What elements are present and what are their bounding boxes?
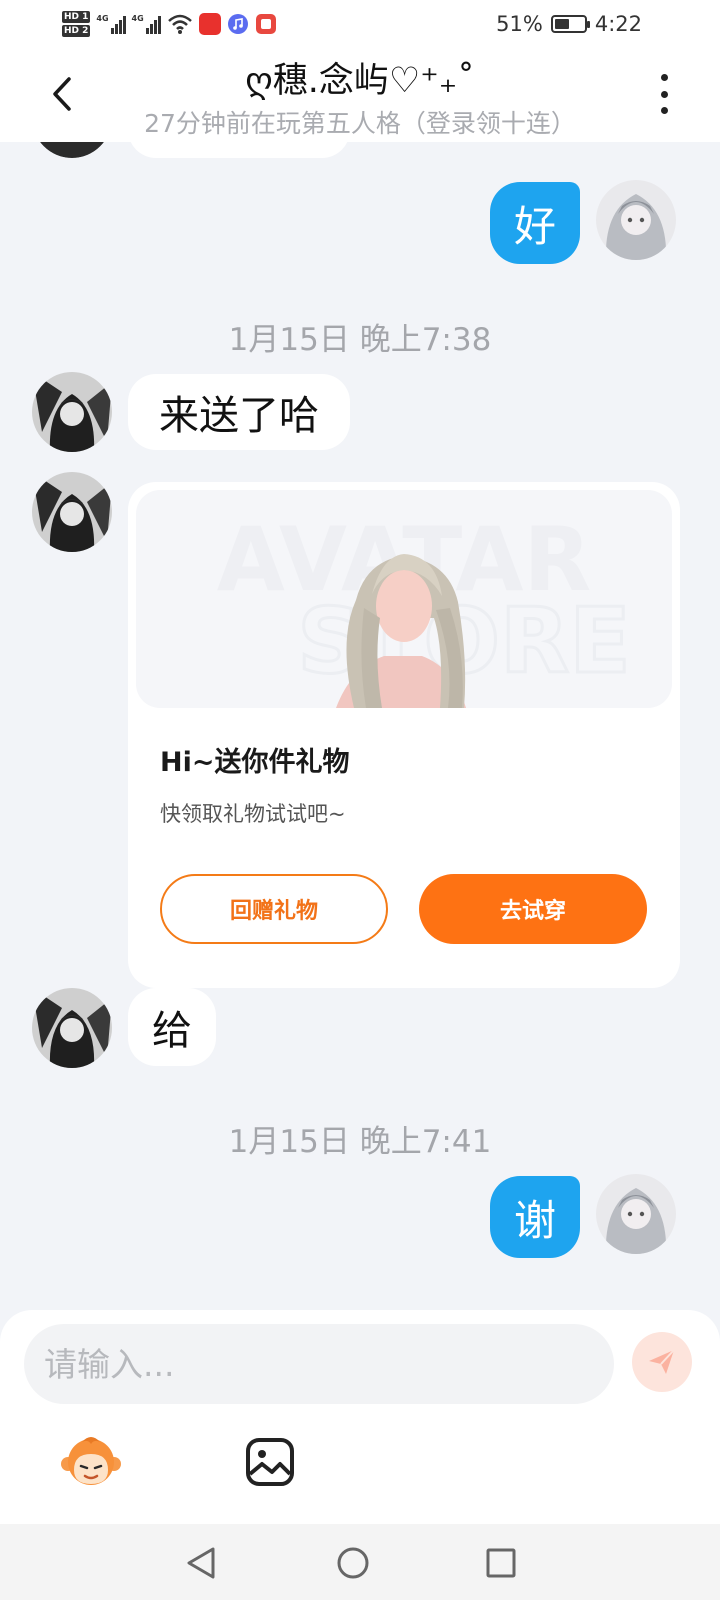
gift-preview-image[interactable]: AVATAR STORE xyxy=(136,490,672,708)
music-icon xyxy=(227,14,248,34)
message-input[interactable] xyxy=(24,1324,614,1404)
my-avatar[interactable] xyxy=(596,180,676,260)
status-right: 51% 4:22 xyxy=(496,8,642,40)
nav-back-button[interactable] xyxy=(178,1540,224,1586)
hd-icon: HD 1 HD 2 xyxy=(62,11,91,37)
more-button[interactable] xyxy=(652,74,676,114)
contact-name[interactable]: ღ穗.念屿♡⁺₊˚ xyxy=(100,52,620,103)
back-button[interactable] xyxy=(42,70,82,118)
chevron-left-icon xyxy=(53,77,71,111)
nav-home-button[interactable] xyxy=(330,1540,376,1586)
timestamp: 1月15日 晚上7:41 xyxy=(228,1124,492,1160)
gift-card[interactable]: AVATAR STORE Hi~送你件礼物 快领取礼物试试吧~ 回赠礼物 去试穿 xyxy=(128,482,680,988)
try-on-button[interactable]: 去试穿 xyxy=(419,874,647,944)
gift-description: 快领取礼物试试吧~ xyxy=(160,802,346,826)
contact-avatar[interactable] xyxy=(32,472,112,552)
nav-home-icon xyxy=(337,1547,369,1579)
gift-title: Hi~送你件礼物 xyxy=(160,747,350,778)
try-on-label: 去试穿 xyxy=(499,899,566,924)
return-gift-label: 回赠礼物 xyxy=(229,899,318,924)
wifi-icon xyxy=(167,14,192,34)
timestamp: 1月15日 晚上7:38 xyxy=(228,322,492,358)
emoji-monkey-icon xyxy=(61,1437,121,1485)
return-gift-button[interactable]: 回赠礼物 xyxy=(160,874,388,944)
message-bubble[interactable]: 给 xyxy=(128,988,216,1066)
message-bubble[interactable]: 好 xyxy=(490,182,580,264)
message-text: 谢 xyxy=(513,1195,556,1245)
red-app-icon xyxy=(255,14,276,34)
contact-avatar[interactable] xyxy=(32,372,112,452)
battery-level xyxy=(554,19,569,29)
clock: 4:22 xyxy=(594,12,642,36)
chat-header: ღ穗.念屿♡⁺₊˚ 27分钟前在玩第五人格（登录领十连） xyxy=(0,46,720,142)
battery-icon xyxy=(550,15,590,33)
send-button[interactable] xyxy=(632,1332,692,1392)
message-list[interactable]: 好 1月15日 晚上7:38 来送了哈 STORE Hi~送你件礼物 快领取礼物… xyxy=(0,142,720,1310)
message-text: 来送了哈 xyxy=(159,393,319,439)
image-icon xyxy=(246,1438,294,1486)
signal-icon: 4G xyxy=(96,14,126,34)
emoji-button[interactable] xyxy=(60,1430,122,1492)
image-button[interactable] xyxy=(242,1434,298,1490)
nav-recents-icon xyxy=(486,1548,516,1578)
status-bar: HD 1 HD 2 4G 4G 51% 4:22 xyxy=(0,0,720,46)
nav-back-icon xyxy=(187,1547,215,1579)
input-bar xyxy=(0,1310,720,1524)
message-text: 好 xyxy=(513,201,556,251)
nav-recents-button[interactable] xyxy=(478,1540,524,1586)
more-vertical-icon xyxy=(660,74,668,81)
message-text: 给 xyxy=(152,1008,192,1054)
app-notification-icon xyxy=(198,13,221,35)
status-left: HD 1 HD 2 4G 4G xyxy=(62,8,277,40)
signal2-label: 4G xyxy=(131,14,144,23)
my-avatar[interactable] xyxy=(596,1174,676,1254)
message-bubble xyxy=(128,142,350,158)
system-nav-bar xyxy=(0,1524,720,1600)
signal1-label: 4G xyxy=(96,14,109,23)
contact-avatar[interactable] xyxy=(32,988,112,1068)
message-bubble[interactable]: 来送了哈 xyxy=(128,374,350,450)
signal-icon: 4G xyxy=(132,14,161,34)
contact-status: 27分钟前在玩第五人格（登录领十连） xyxy=(144,109,576,138)
sim2-label: HD 2 xyxy=(62,25,91,37)
sim1-label: HD 1 xyxy=(62,11,91,23)
contact-avatar[interactable] xyxy=(32,142,112,158)
message-bubble[interactable]: 谢 xyxy=(490,1176,580,1258)
send-icon xyxy=(649,1349,675,1374)
battery-percent: 51% xyxy=(496,12,543,36)
